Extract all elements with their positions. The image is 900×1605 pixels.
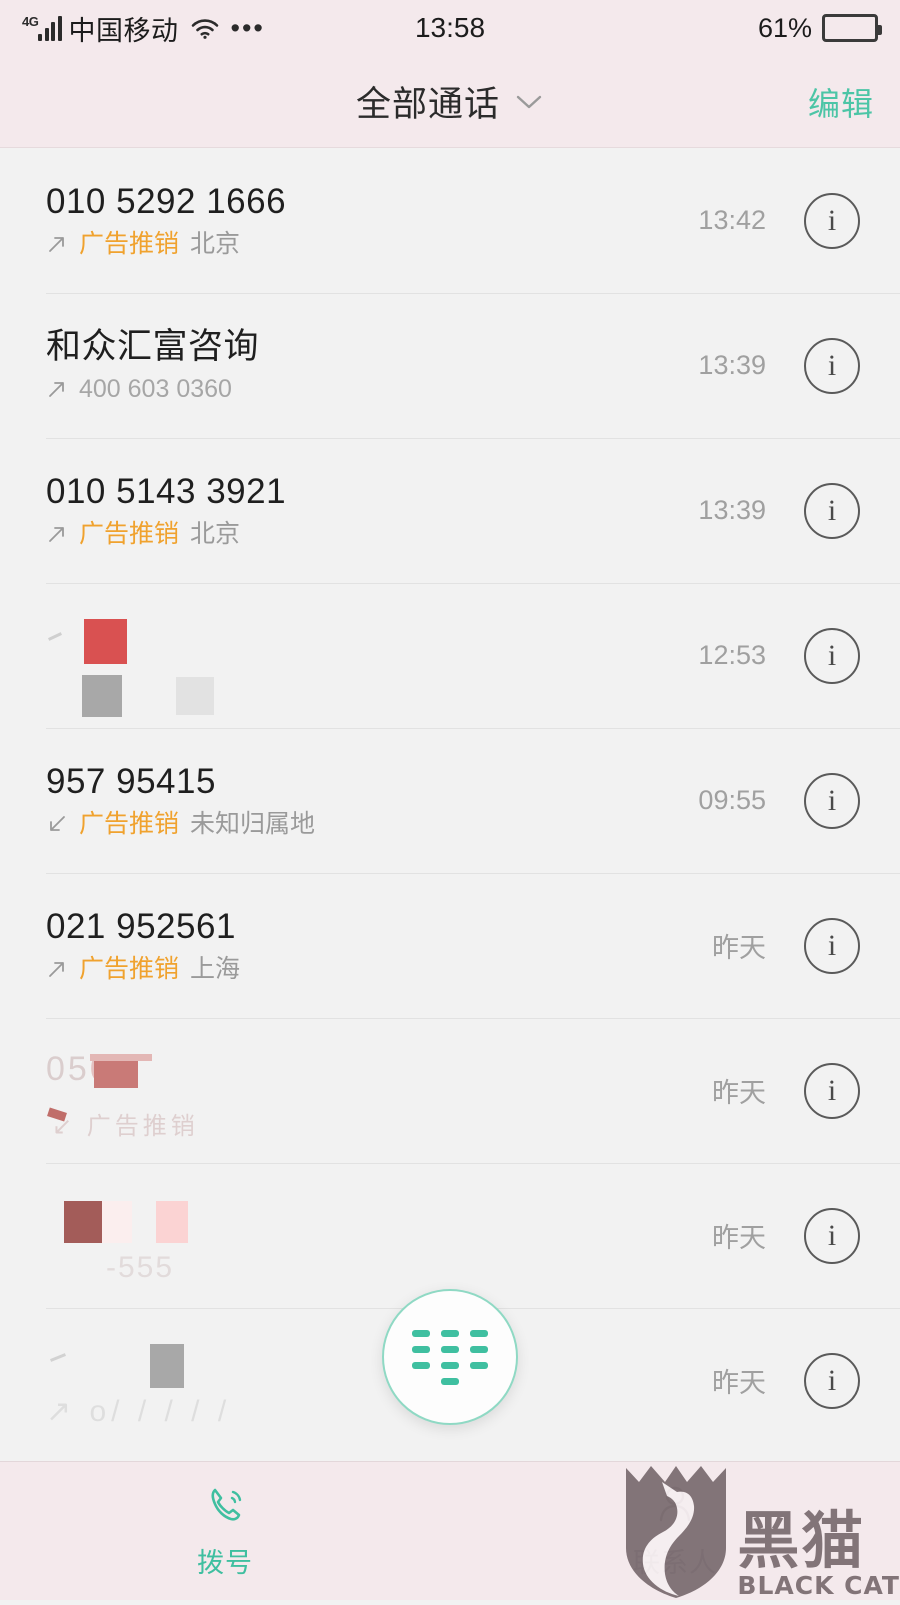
header-title-group: 全部通话 xyxy=(0,76,900,127)
status-bar-right: 61% xyxy=(757,12,882,44)
call-entry-main: ↗ o/ / / / / xyxy=(46,1338,712,1428)
arrow-outgoing-icon xyxy=(46,523,68,545)
arrow-outgoing-icon xyxy=(46,233,68,255)
network-type-label: 4G xyxy=(22,13,39,29)
chevron-down-icon[interactable] xyxy=(514,93,544,111)
watermark-en: BLACK CAT xyxy=(737,1571,900,1600)
black-cat-watermark: 黑猫 BLACK CAT xyxy=(621,1460,900,1600)
info-icon[interactable]: i xyxy=(804,337,860,394)
battery-icon xyxy=(822,14,882,42)
call-entry-main: 021 952561 广告推销 上海 xyxy=(46,907,712,983)
call-title: 021 952561 xyxy=(46,907,236,946)
redacted-content: -555 xyxy=(46,1193,712,1284)
watermark-cn: 黑猫 xyxy=(737,1504,866,1578)
info-icon[interactable]: i xyxy=(804,482,860,539)
call-entry-main: 和众汇富咨询 400 603 0360 xyxy=(46,327,698,403)
call-entry-main: 010 5292 1666 广告推销 北京 xyxy=(46,182,698,258)
spam-tag: 广告推销 xyxy=(79,954,180,983)
call-subtitle: 广告推销 未知归属地 xyxy=(46,809,698,838)
redacted-content xyxy=(46,613,698,717)
table-row[interactable]: 021 952561 广告推销 上海 昨天 i xyxy=(0,873,900,1018)
status-bar-left: 4G 中国移动 ••• xyxy=(22,9,265,48)
call-time: 12:53 xyxy=(698,640,766,670)
call-title: 957 95415 xyxy=(46,762,216,801)
table-row[interactable]: -555 昨天 i xyxy=(0,1163,900,1308)
info-icon[interactable]: i xyxy=(804,192,860,249)
app-header: 全部通话 编辑 xyxy=(0,56,900,148)
call-time: 昨天 xyxy=(712,1223,766,1253)
spam-tag: 广告推销 xyxy=(79,809,180,838)
call-title: 和众汇富咨询 xyxy=(46,327,260,366)
redacted-content: ↗ o/ / / / / xyxy=(46,1338,712,1428)
table-row[interactable]: 957 95415 广告推销 未知归属地 09:55 i xyxy=(0,728,900,873)
call-location: 上海 xyxy=(190,954,241,983)
status-bar: 4G 中国移动 ••• 13:58 61% xyxy=(0,0,900,56)
call-subtitle: 广告推销 北京 xyxy=(46,519,698,548)
tab-dial[interactable]: 拨号 xyxy=(0,1482,450,1580)
table-row[interactable]: 010 5292 1666 广告推销 北京 13:42 i xyxy=(0,148,900,293)
wifi-icon xyxy=(190,16,220,40)
black-cat-shield-icon xyxy=(621,1460,731,1600)
call-title: 010 5292 1666 xyxy=(46,182,287,221)
call-location: 北京 xyxy=(190,229,241,258)
call-entry-main xyxy=(46,613,698,717)
call-time: 13:39 xyxy=(698,350,766,380)
info-icon[interactable]: i xyxy=(804,917,860,974)
info-icon[interactable]: i xyxy=(804,1207,860,1264)
table-row[interactable]: 010 5143 3921 广告推销 北京 13:39 i xyxy=(0,438,900,583)
call-entry-main: 957 95415 广告推销 未知归属地 xyxy=(46,762,698,838)
spam-tag: 广告推销 xyxy=(79,229,180,258)
phone-icon xyxy=(203,1482,247,1531)
call-subtitle: 广告推销 北京 xyxy=(46,229,698,258)
edit-button[interactable]: 编辑 xyxy=(808,79,874,125)
call-time: 13:39 xyxy=(698,495,766,525)
call-subtitle: 广告推销 上海 xyxy=(46,954,712,983)
call-entry-main: -555 xyxy=(46,1193,712,1284)
dialpad-icon xyxy=(412,1329,488,1385)
call-entry-main: 0501 ↙ 广告推销 xyxy=(46,1048,712,1140)
more-dots-icon: ••• xyxy=(230,13,265,43)
call-time: 昨天 xyxy=(712,1368,766,1398)
call-entry-main: 010 5143 3921 广告推销 北京 xyxy=(46,472,698,548)
call-location: 未知归属地 xyxy=(190,809,316,838)
signal-bars-icon: 4G xyxy=(22,13,62,41)
table-row[interactable]: 和众汇富咨询 400 603 0360 13:39 i xyxy=(0,293,900,438)
arrow-incoming-icon xyxy=(46,813,68,835)
tab-dial-label: 拨号 xyxy=(197,1548,253,1578)
battery-percent-label: 61% xyxy=(757,12,812,43)
call-title: 010 5143 3921 xyxy=(46,472,287,511)
call-time: 09:55 xyxy=(698,785,766,815)
arrow-outgoing-icon xyxy=(46,958,68,980)
call-time: 昨天 xyxy=(712,1078,766,1108)
carrier-label: 中国移动 xyxy=(68,15,179,46)
call-location: 北京 xyxy=(190,519,241,548)
call-time: 13:42 xyxy=(698,205,766,235)
call-subtitle: 400 603 0360 xyxy=(46,374,698,403)
watermark-text: 黑猫 BLACK CAT xyxy=(737,1504,900,1600)
info-icon[interactable]: i xyxy=(804,1062,860,1119)
call-log-list[interactable]: 010 5292 1666 广告推销 北京 13:42 i 和众汇富咨询 400… xyxy=(0,148,900,1453)
arrow-outgoing-icon xyxy=(46,378,68,400)
redacted-content: 0501 ↙ 广告推销 xyxy=(46,1049,199,1140)
page-title: 全部通话 xyxy=(355,85,500,124)
call-number: 400 603 0360 xyxy=(79,374,232,403)
call-time: 昨天 xyxy=(712,933,766,963)
table-row[interactable]: 0501 ↙ 广告推销 昨天 i xyxy=(0,1018,900,1163)
info-icon[interactable]: i xyxy=(804,1352,860,1409)
info-icon[interactable]: i xyxy=(804,772,860,829)
table-row[interactable]: 12:53 i xyxy=(0,583,900,728)
dialpad-fab-button[interactable] xyxy=(382,1289,518,1425)
spam-tag: 广告推销 xyxy=(79,519,180,548)
info-icon[interactable]: i xyxy=(804,627,860,684)
